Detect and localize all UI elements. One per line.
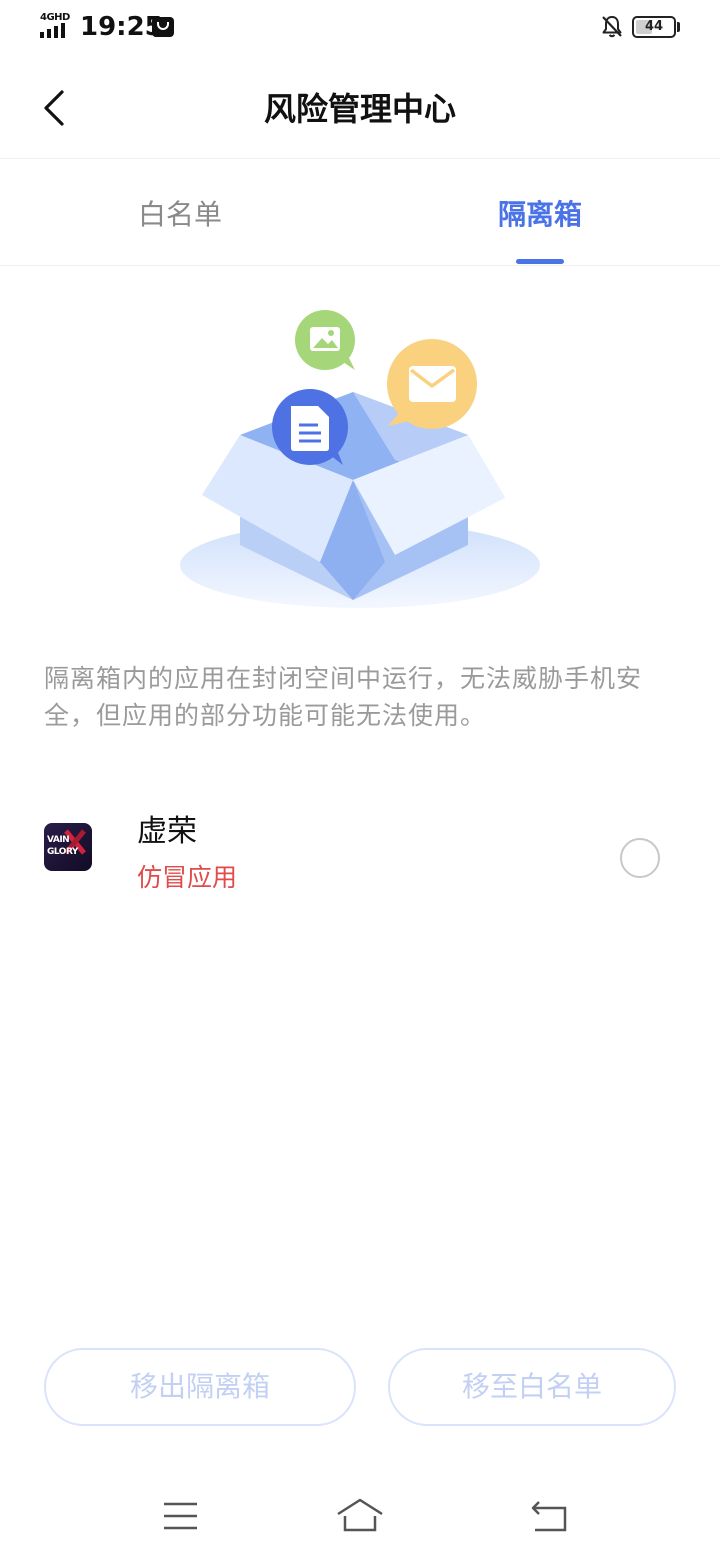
list-item[interactable]: VAIN GLORY 虚荣 仿冒应用 xyxy=(0,790,720,920)
network-label: 4GHD xyxy=(40,12,70,23)
remove-from-quarantine-button[interactable]: 移出隔离箱 xyxy=(44,1348,356,1426)
battery-cap xyxy=(677,22,680,32)
app-name: 虚荣 xyxy=(137,814,197,849)
status-time: 19:25 xyxy=(80,12,163,42)
message-icon xyxy=(152,17,174,37)
page-title: 风险管理中心 xyxy=(263,90,456,128)
back-icon[interactable] xyxy=(525,1496,575,1536)
tab-bar: 白名单 隔离箱 xyxy=(0,159,720,266)
signal-icon: 4GHD xyxy=(38,12,72,40)
menu-icon[interactable] xyxy=(155,1496,205,1536)
quarantine-illustration xyxy=(180,310,540,608)
document-icon xyxy=(272,389,348,465)
select-checkbox[interactable] xyxy=(620,838,660,878)
tab-quarantine[interactable]: 隔离箱 xyxy=(420,193,660,233)
tab-whitelist[interactable]: 白名单 xyxy=(60,193,300,233)
status-bar: 4GHD 19:25 44 xyxy=(0,0,720,56)
battery-label: 44 xyxy=(644,19,664,34)
image-icon xyxy=(295,310,355,370)
battery-icon: 44 xyxy=(632,16,676,38)
system-nav-bar xyxy=(0,1480,720,1560)
nav-header: 风险管理中心 xyxy=(0,56,720,159)
bell-off-icon xyxy=(602,16,622,38)
home-icon[interactable] xyxy=(335,1496,385,1536)
app-icon-text-top: VAIN xyxy=(47,835,70,845)
active-tab-indicator xyxy=(516,259,564,264)
quarantine-description: 隔离箱内的应用在封闭空间中运行，无法威胁手机安全，但应用的部分功能可能无法使用。 xyxy=(44,664,643,730)
risk-tag: 仿冒应用 xyxy=(137,863,238,892)
bottom-actions: 移出隔离箱 移至白名单 xyxy=(0,1348,720,1428)
app-icon-text-bottom: GLORY xyxy=(47,847,78,857)
mail-icon xyxy=(387,339,477,429)
vainglory-app-icon: VAIN GLORY xyxy=(44,823,92,871)
move-to-whitelist-button[interactable]: 移至白名单 xyxy=(388,1348,676,1426)
